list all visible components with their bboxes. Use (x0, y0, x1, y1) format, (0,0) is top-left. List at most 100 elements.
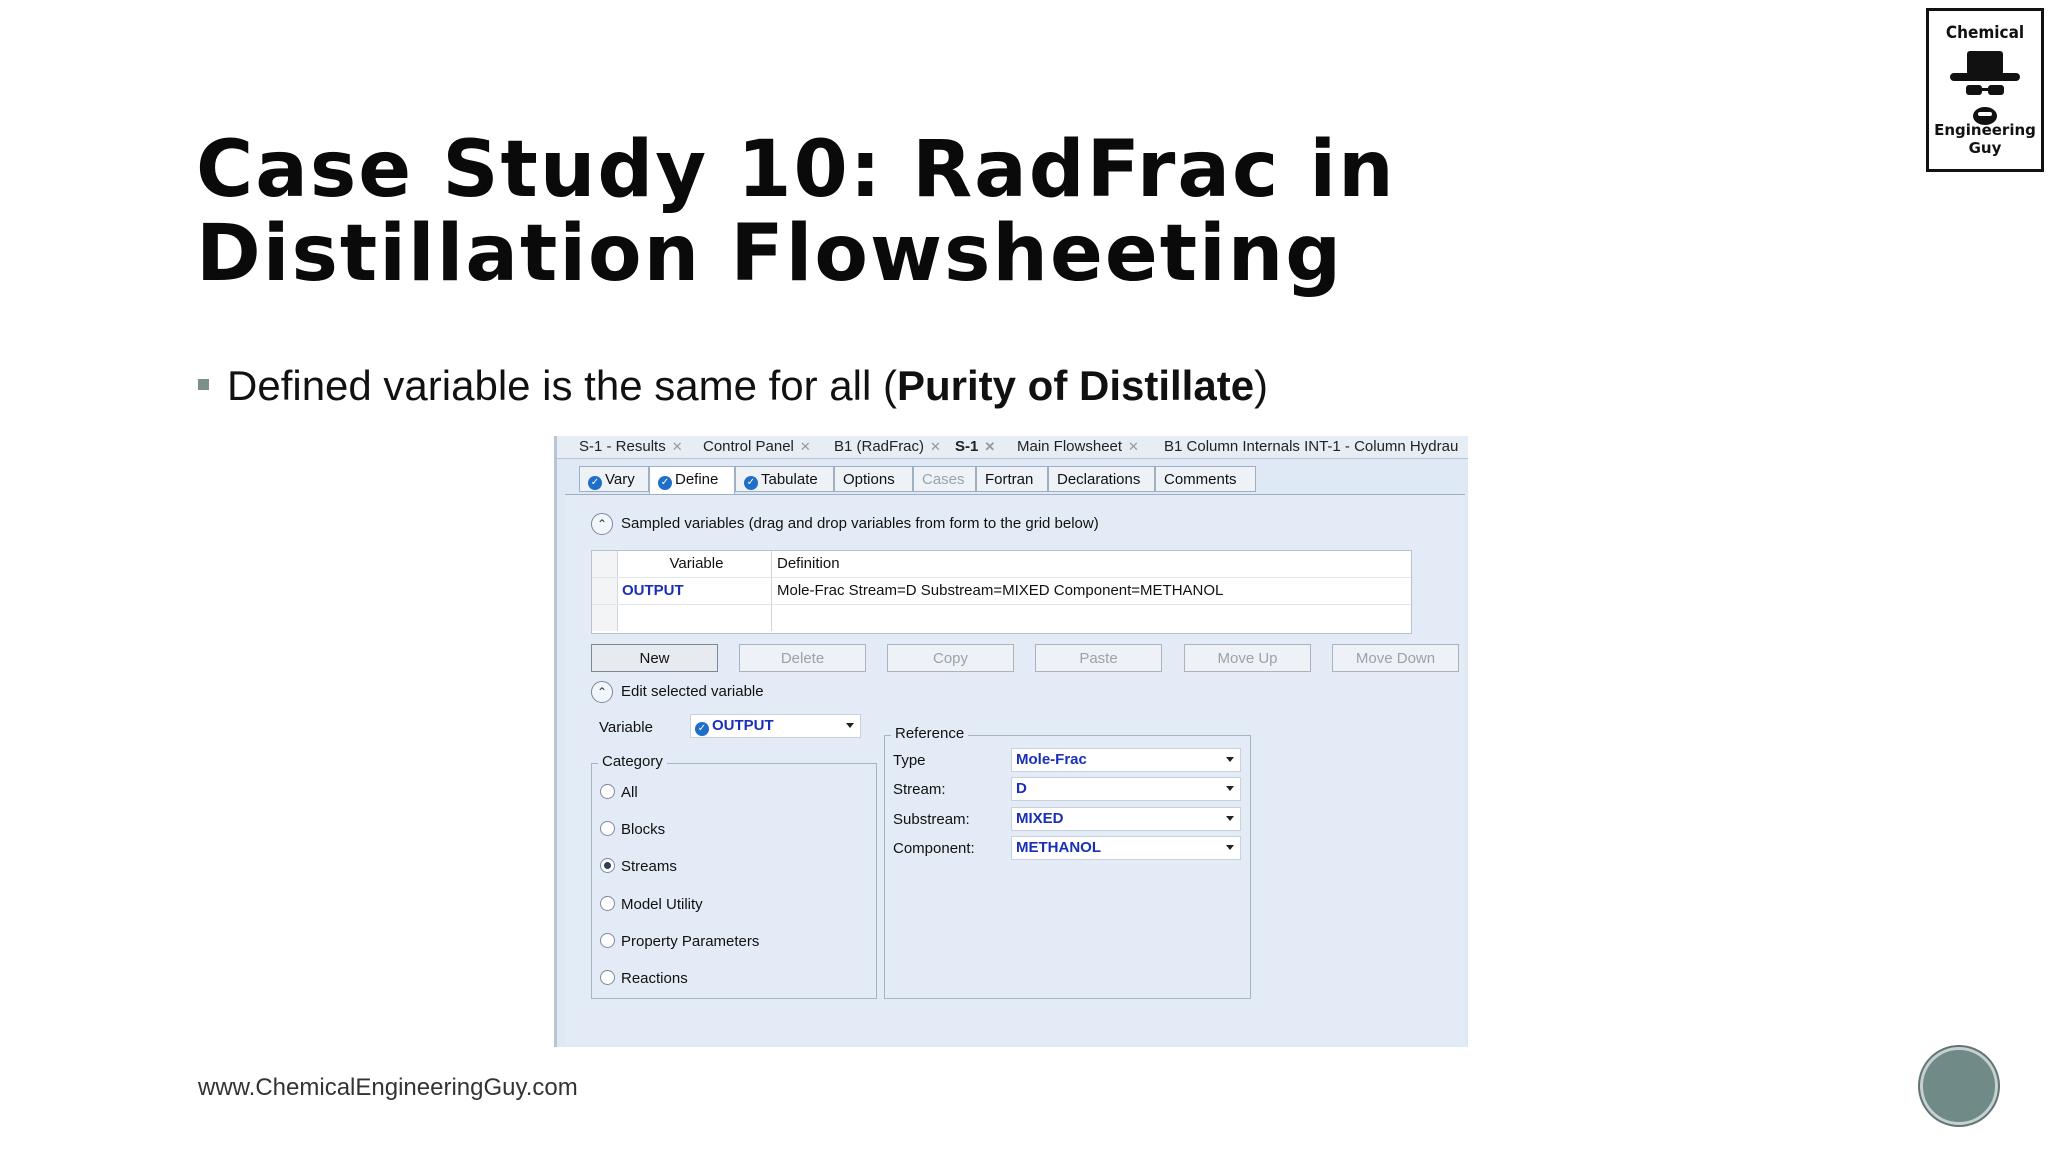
tab-label: Cases (922, 471, 965, 488)
chevron-down-icon[interactable] (846, 723, 854, 728)
chevron-down-icon[interactable] (1226, 786, 1234, 791)
row-selector[interactable] (592, 605, 618, 631)
tab-vary[interactable]: ✓ Vary (579, 466, 649, 492)
paste-button[interactable]: Paste (1035, 644, 1162, 672)
radio-label: Blocks (621, 821, 666, 838)
tab-fortran[interactable]: Fortran (976, 466, 1048, 492)
chevron-down-icon[interactable] (1226, 816, 1234, 821)
substream-select[interactable]: MIXED (1011, 807, 1241, 831)
stream-label: Stream: (893, 781, 946, 798)
close-icon[interactable]: ✕ (672, 439, 683, 454)
define-form: ⌃ Sampled variables (drag and drop variab… (565, 494, 1465, 1045)
doc-tab-label: Control Panel (703, 438, 794, 455)
logo-text-top: Chemical (1945, 23, 2025, 43)
grid-header-row: Variable Definition (592, 551, 1411, 578)
radio-icon[interactable] (600, 896, 615, 911)
tab-cases[interactable]: Cases (913, 466, 976, 492)
close-icon[interactable]: ✕ (800, 439, 811, 454)
doc-tab-b1-radfrac[interactable]: B1 (RadFrac) ✕ (834, 438, 941, 456)
sampled-variables-grid: Variable Definition OUTPUT Mole-Frac Str… (591, 550, 1412, 634)
chevron-up-icon[interactable]: ⌃ (591, 681, 613, 703)
check-icon: ✓ (744, 476, 758, 490)
radio-blocks[interactable]: Blocks (600, 821, 665, 838)
tab-declarations[interactable]: Declarations (1048, 466, 1155, 492)
tab-label: Define (675, 471, 719, 488)
section-title: Sampled variables (drag and drop variabl… (621, 514, 1099, 532)
tab-label: Tabulate (761, 471, 818, 488)
stream-select[interactable]: D (1011, 777, 1241, 801)
radio-icon[interactable] (600, 821, 615, 836)
footer-url: www.ChemicalEngineeringGuy.com (198, 1074, 578, 1101)
close-icon[interactable]: ✕ (984, 439, 995, 454)
new-button[interactable]: New (591, 644, 718, 672)
radio-all[interactable]: All (600, 784, 638, 801)
radio-streams[interactable]: Streams (600, 858, 677, 875)
doc-tab-control-panel[interactable]: Control Panel ✕ (703, 438, 811, 456)
variable-cell[interactable]: OUTPUT (618, 578, 772, 604)
bullet-text: Defined variable is the same for all ( (227, 362, 897, 409)
reference-legend: Reference (891, 725, 969, 742)
radio-icon[interactable] (600, 933, 615, 948)
bullet-bold-text: Purity of Distillate (896, 362, 1255, 409)
radio-model-utility[interactable]: Model Utility (600, 896, 703, 913)
move-up-button[interactable]: Move Up (1184, 644, 1311, 672)
copy-button[interactable]: Copy (887, 644, 1014, 672)
doc-tab-label: B1 Column Internals INT-1 - Column Hydra… (1164, 438, 1459, 455)
variable-cell[interactable] (618, 605, 772, 631)
doc-tab-column-internals[interactable]: B1 Column Internals INT-1 - Column Hydra… (1164, 438, 1458, 456)
tab-options[interactable]: Options (834, 466, 913, 492)
document-tab-strip: S-1 - Results ✕ Control Panel ✕ B1 (RadFra… (557, 436, 1468, 459)
chevron-up-icon[interactable]: ⌃ (591, 513, 613, 535)
tab-comments[interactable]: Comments (1155, 466, 1256, 492)
move-down-button[interactable]: Move Down (1332, 644, 1459, 672)
bullet-point: Defined variable is the same for all (Pu… (198, 362, 1268, 410)
bullet-suffix: ) (1254, 362, 1269, 409)
row-selector (592, 551, 618, 577)
definition-cell[interactable]: Mole-Frac Stream=D Substream=MIXED Compo… (773, 578, 1411, 604)
doc-tab-label: B1 (RadFrac) (834, 438, 925, 455)
radio-label: Reactions (621, 970, 688, 987)
delete-button[interactable]: Delete (739, 644, 866, 672)
close-icon[interactable]: ✕ (1128, 439, 1139, 454)
doc-tab-label: S-1 (955, 438, 979, 455)
variable-select-value: OUTPUT (712, 717, 774, 734)
doc-tab-s1[interactable]: S-1 ✕ (955, 438, 995, 456)
substream-label: Substream: (893, 811, 970, 828)
tab-define[interactable]: ✓ Define (649, 466, 735, 495)
radio-selected-icon[interactable] (600, 858, 615, 873)
component-select-value: METHANOL (1016, 839, 1101, 856)
stream-select-value: D (1016, 780, 1027, 797)
variable-select[interactable]: ✓ OUTPUT (690, 714, 861, 738)
chevron-down-icon[interactable] (1226, 757, 1234, 762)
doc-tab-main-flowsheet[interactable]: Main Flowsheet ✕ (1017, 438, 1139, 456)
tab-label: Options (843, 471, 895, 488)
radio-icon[interactable] (600, 784, 615, 799)
table-row-empty[interactable] (592, 605, 1411, 631)
bullet-marker-icon (198, 379, 209, 391)
column-header-variable[interactable]: Variable (618, 551, 772, 577)
tab-tabulate[interactable]: ✓ Tabulate (735, 466, 834, 492)
tab-label: Comments (1164, 471, 1237, 488)
radio-reactions[interactable]: Reactions (600, 970, 688, 987)
type-select[interactable]: Mole-Frac (1011, 748, 1241, 772)
chevron-down-icon[interactable] (1226, 845, 1234, 850)
logo-text-bottom: Engineering Guy (1934, 121, 2036, 157)
definition-cell[interactable] (773, 605, 1411, 631)
doc-tab-s1-results[interactable]: S-1 - Results ✕ (579, 438, 683, 456)
component-select[interactable]: METHANOL (1011, 836, 1241, 860)
radio-icon[interactable] (600, 970, 615, 985)
section-title: Edit selected variable (621, 682, 764, 700)
table-row[interactable]: OUTPUT Mole-Frac Stream=D Substream=MIXE… (592, 578, 1411, 605)
type-label: Type (893, 752, 926, 769)
column-header-definition[interactable]: Definition (773, 551, 1411, 577)
radio-property-parameters[interactable]: Property Parameters (600, 933, 759, 950)
check-icon: ✓ (658, 476, 672, 490)
tab-label: Vary (605, 471, 635, 488)
substream-select-value: MIXED (1016, 810, 1064, 827)
doc-tab-label: S-1 - Results (579, 438, 666, 455)
row-selector[interactable] (592, 578, 618, 604)
reference-group: Reference Type Mole-Frac Stream: D Subst… (884, 725, 1251, 999)
slide-nav-button[interactable] (1920, 1047, 1998, 1125)
edit-selected-variable-header: ⌃ Edit selected variable (591, 681, 764, 703)
close-icon[interactable]: ✕ (930, 439, 941, 454)
